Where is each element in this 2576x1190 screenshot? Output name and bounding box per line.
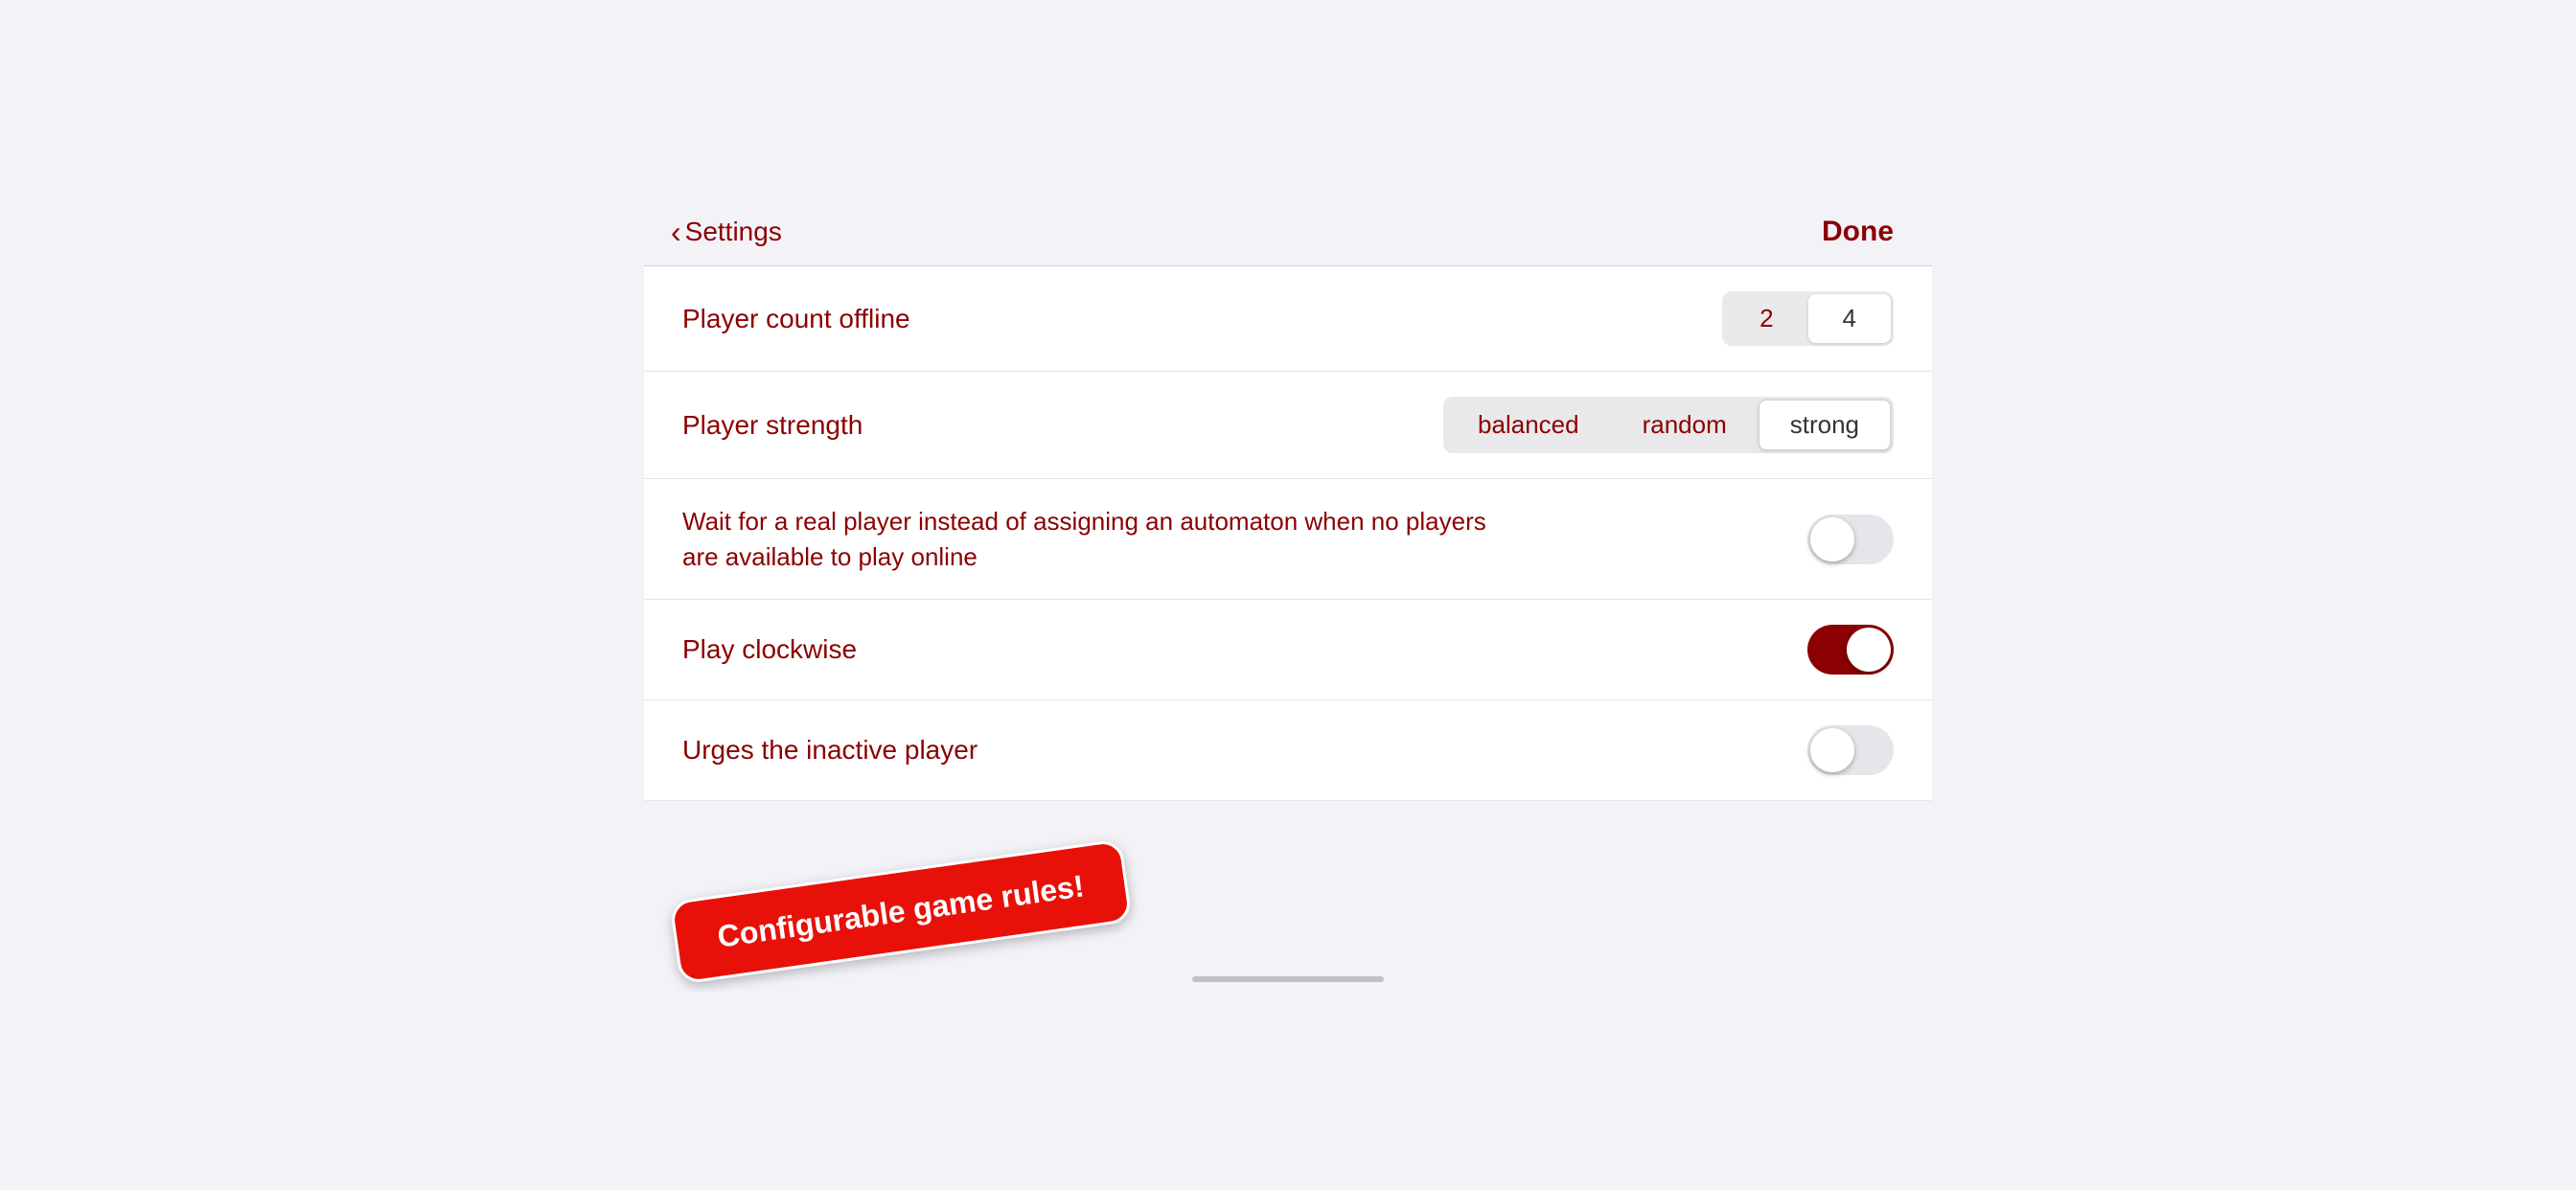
- play-clockwise-track: [1807, 625, 1894, 675]
- back-chevron-icon: ‹: [671, 217, 681, 247]
- strength-option-balanced[interactable]: balanced: [1446, 400, 1611, 450]
- player-count-option-2[interactable]: 2: [1725, 294, 1807, 343]
- strength-option-strong[interactable]: strong: [1759, 400, 1891, 450]
- play-clockwise-row: Play clockwise: [644, 600, 1932, 700]
- wait-for-player-thumb: [1810, 517, 1854, 561]
- player-count-label: Player count offline: [682, 304, 1722, 334]
- urges-inactive-track: [1807, 725, 1894, 775]
- home-indicator: [1192, 976, 1384, 982]
- player-count-option-4[interactable]: 4: [1808, 294, 1891, 343]
- urges-inactive-toggle[interactable]: [1807, 725, 1894, 775]
- wait-for-player-toggle[interactable]: [1807, 515, 1894, 564]
- back-button[interactable]: ‹ Settings: [671, 217, 782, 247]
- strength-option-random[interactable]: random: [1611, 400, 1759, 450]
- play-clockwise-thumb: [1847, 628, 1891, 672]
- done-button[interactable]: Done: [1822, 216, 1894, 248]
- player-strength-label: Player strength: [682, 410, 1443, 441]
- header: ‹ Settings Done: [644, 198, 1932, 266]
- wait-for-player-track: [1807, 515, 1894, 564]
- settings-screen: ‹ Settings Done Player count offline 2 4…: [644, 198, 1932, 992]
- play-clockwise-toggle[interactable]: [1807, 625, 1894, 675]
- player-strength-control: balanced random strong: [1443, 397, 1894, 453]
- back-label: Settings: [685, 217, 782, 247]
- urges-inactive-label: Urges the inactive player: [682, 735, 1807, 766]
- settings-list: Player count offline 2 4 Player strength…: [644, 266, 1932, 800]
- configurable-rules-badge: Configurable game rules!: [669, 838, 1132, 984]
- urges-inactive-row: Urges the inactive player: [644, 700, 1932, 800]
- wait-for-player-row: Wait for a real player instead of assign…: [644, 479, 1932, 600]
- urges-inactive-thumb: [1810, 728, 1854, 772]
- player-count-control: 2 4: [1722, 291, 1894, 346]
- player-count-row: Player count offline 2 4: [644, 266, 1932, 372]
- wait-for-player-label: Wait for a real player instead of assign…: [682, 504, 1545, 574]
- player-strength-row: Player strength balanced random strong: [644, 372, 1932, 479]
- play-clockwise-label: Play clockwise: [682, 634, 1807, 665]
- bottom-section: Configurable game rules!: [644, 800, 1932, 992]
